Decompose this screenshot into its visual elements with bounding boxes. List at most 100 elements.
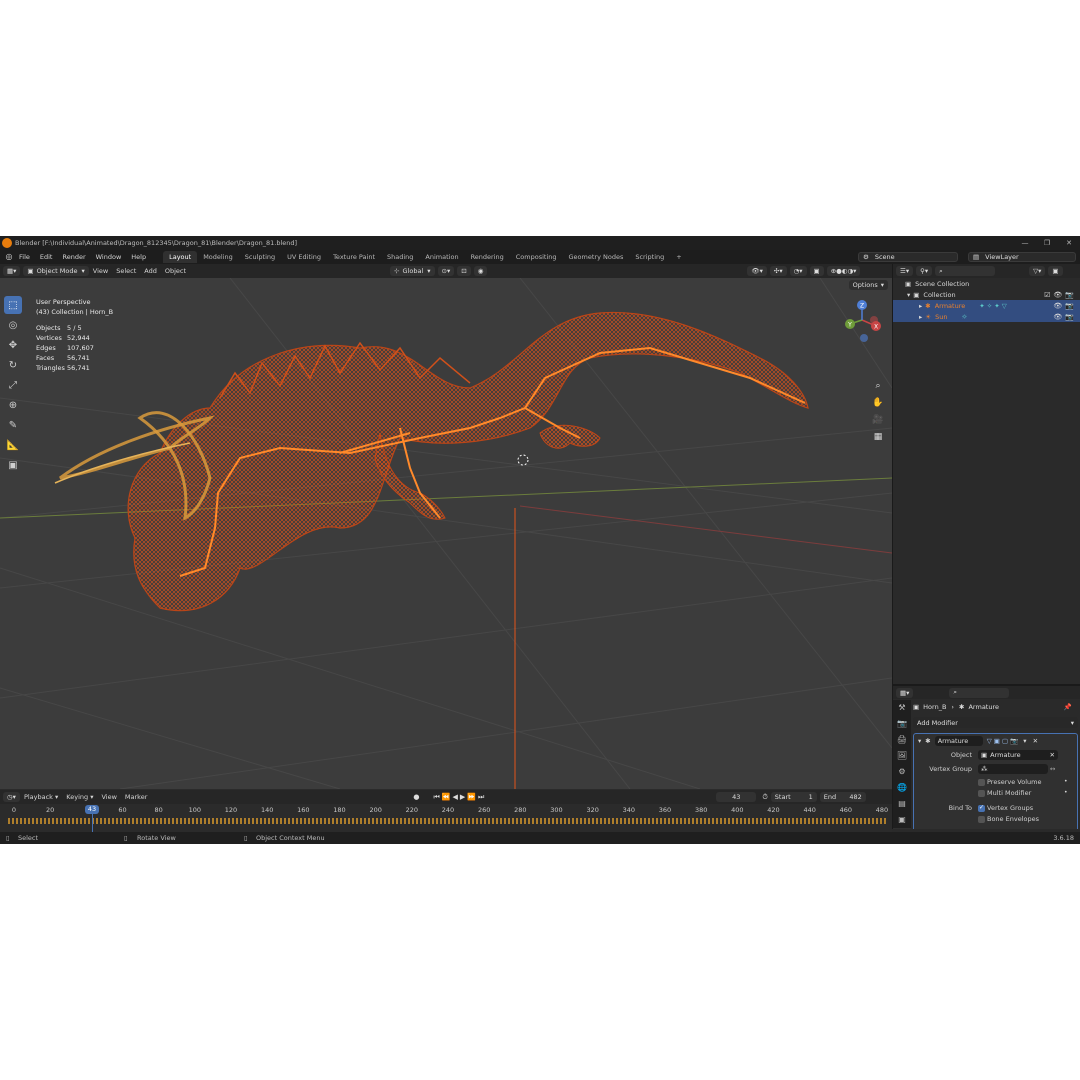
outliner-scene-collection[interactable]: ▣ Scene Collection	[893, 278, 1080, 289]
scale-tool-icon[interactable]: ⤢	[4, 376, 22, 394]
editor-type-button[interactable]: ▦▾	[3, 266, 21, 276]
proportional-button[interactable]: ◉	[473, 266, 488, 276]
object-field[interactable]: ▣ Armature ✕	[978, 750, 1058, 760]
new-collection-icon[interactable]: ▣	[1048, 266, 1063, 276]
maximize-button[interactable]: ❐	[1036, 236, 1058, 250]
visibility-button[interactable]: 👁▾	[747, 266, 767, 276]
menu-window[interactable]: Window	[91, 253, 127, 261]
gizmo-button[interactable]: ✣▾	[769, 266, 787, 276]
minimize-button[interactable]: —	[1014, 236, 1036, 250]
start-frame-field[interactable]: Start 1	[770, 792, 817, 802]
move-tool-icon[interactable]: ✥	[4, 336, 22, 354]
camera-render-icon[interactable]: 📷	[1065, 291, 1074, 299]
sun-light-object[interactable]	[517, 454, 529, 466]
eye-icon[interactable]: 👁	[1053, 291, 1062, 299]
select-box-tool-icon[interactable]: ⬚	[4, 296, 22, 314]
rotate-tool-icon[interactable]: ↻	[4, 356, 22, 374]
mode-selector[interactable]: ▣ Object Mode ▾	[23, 266, 89, 276]
filter-icon[interactable]: ▽▾	[1029, 266, 1046, 276]
view-layer-selector[interactable]: ▤ ViewLayer	[968, 252, 1076, 262]
zoom-icon[interactable]: ⌕	[870, 378, 886, 394]
bone-envelopes-checkbox[interactable]	[978, 816, 985, 823]
xray-button[interactable]: ▣	[809, 266, 824, 276]
keyframe-dot-icon[interactable]: •	[1064, 778, 1068, 785]
outliner-collection[interactable]: ▾ ▣ Collection ☑ 👁 📷	[893, 289, 1080, 300]
menu-help[interactable]: Help	[126, 253, 151, 261]
tab-geometry-nodes[interactable]: Geometry Nodes	[563, 251, 630, 263]
timeline-editor-type[interactable]: ◷▾	[3, 792, 20, 802]
timeline-menu-keying[interactable]: Keying ▾	[62, 793, 97, 801]
tab-sculpting[interactable]: Sculpting	[239, 251, 281, 263]
clear-icon[interactable]: ✕	[1050, 751, 1055, 759]
world-tab-icon[interactable]: 🌐	[893, 780, 911, 796]
tab-texture-paint[interactable]: Texture Paint	[327, 251, 381, 263]
tab-scripting[interactable]: Scripting	[629, 251, 670, 263]
vertex-group-field[interactable]: ⁂	[978, 764, 1048, 774]
viewport-menu-view[interactable]: View	[89, 267, 112, 275]
add-cube-tool-icon[interactable]: ▣	[4, 456, 22, 474]
playhead[interactable]: 43	[85, 805, 99, 814]
properties-search-input[interactable]: ⌕	[949, 687, 1010, 698]
3d-viewport[interactable]: ⬚ ◎ ✥ ↻ ⤢ ⊕ ✎ 📐 ▣ User Perspective (43) …	[0, 278, 892, 789]
pin-icon[interactable]: 📌	[1064, 703, 1072, 711]
pan-hand-icon[interactable]: ✋	[870, 395, 886, 411]
keyframe-dot-icon[interactable]: •	[1064, 789, 1068, 796]
cursor-tool-icon[interactable]: ◎	[4, 316, 22, 334]
outliner-search-input[interactable]: ⌕	[935, 266, 996, 276]
vertex-groups-checkbox[interactable]	[978, 804, 985, 812]
preserve-volume-checkbox[interactable]	[978, 779, 985, 786]
camera-icon[interactable]: 🎥	[870, 412, 886, 428]
collapse-arrow-icon[interactable]: ▾	[918, 737, 921, 745]
tab-shading[interactable]: Shading	[381, 251, 419, 263]
camera-render-icon[interactable]: 📷	[1065, 313, 1074, 321]
menu-file[interactable]: File	[14, 253, 35, 261]
outliner-item-sun[interactable]: ▸ ☀ Sun ☼ 👁 📷	[893, 311, 1080, 322]
transform-tool-icon[interactable]: ⊕	[4, 396, 22, 414]
viewport-menu-add[interactable]: Add	[140, 267, 161, 275]
timeline-menu-marker[interactable]: Marker	[121, 793, 151, 801]
multi-modifier-checkbox[interactable]	[978, 790, 985, 797]
keyframe-track[interactable]	[8, 818, 888, 824]
eye-icon[interactable]: 👁	[1053, 302, 1062, 310]
render-tab-icon[interactable]: 📷	[893, 716, 911, 732]
checkbox-icon[interactable]: ☑	[1044, 291, 1050, 299]
tab-layout[interactable]: Layout	[163, 251, 198, 263]
transform-orientation[interactable]: ⊹ Global ▾	[390, 266, 435, 276]
tool-tab-icon[interactable]: ⚒	[893, 700, 911, 716]
invert-icon[interactable]: ↔	[1050, 765, 1055, 773]
timeline-menu-view[interactable]: View	[97, 793, 120, 801]
timeline-menu-playback[interactable]: Playback ▾	[20, 793, 62, 801]
remove-modifier-icon[interactable]: ✕	[1033, 737, 1038, 745]
add-modifier-button[interactable]: Add Modifier ▾	[913, 717, 1078, 728]
viewport-menu-select[interactable]: Select	[112, 267, 140, 275]
outliner-editor-type[interactable]: ☰▾	[896, 266, 914, 276]
object-tab-icon[interactable]: ▣	[893, 812, 911, 828]
blender-menu-icon[interactable]: ◎	[4, 252, 14, 262]
modifier-name-field[interactable]: Armature	[934, 735, 983, 746]
tab-animation[interactable]: Animation	[419, 251, 464, 263]
add-workspace-button[interactable]: +	[670, 251, 687, 263]
snap-button[interactable]: ⊡	[457, 266, 471, 276]
end-frame-field[interactable]: End 482	[819, 792, 866, 802]
perspective-grid-icon[interactable]: ▦	[870, 429, 886, 445]
dragon-mesh[interactable]	[54, 311, 809, 612]
shading-modes[interactable]: ⊕●◐◑▾	[826, 266, 861, 276]
camera-render-icon[interactable]: 📷	[1065, 302, 1074, 310]
menu-render[interactable]: Render	[57, 253, 90, 261]
chevron-down-icon[interactable]: ▾	[1023, 737, 1026, 745]
options-button[interactable]: Options ▾	[848, 280, 888, 290]
measure-tool-icon[interactable]: 📐	[4, 436, 22, 454]
properties-editor-type[interactable]: ▦▾	[896, 687, 914, 698]
tab-uv-editing[interactable]: UV Editing	[281, 251, 327, 263]
overlay-button[interactable]: ◔▾	[789, 266, 807, 276]
outliner-display-mode[interactable]: ⚲▾	[916, 266, 933, 276]
timeline[interactable]: 0 20 60 80 100 120 140 160 180 200 220 240 260 280 300…	[0, 804, 892, 832]
modifier-toggle-icons[interactable]: ▽ ▣ ▢ 📷	[987, 737, 1019, 745]
view-layer-tab-icon[interactable]: 🖼	[893, 748, 911, 764]
collection-tab-icon[interactable]: ▤	[893, 796, 911, 812]
record-button[interactable]: ●	[413, 793, 419, 801]
viewport-menu-object[interactable]: Object	[161, 267, 190, 275]
playback-controls[interactable]: ⏮⏪◀▶⏩⏭	[434, 793, 487, 802]
menu-edit[interactable]: Edit	[35, 253, 58, 261]
tab-rendering[interactable]: Rendering	[465, 251, 510, 263]
